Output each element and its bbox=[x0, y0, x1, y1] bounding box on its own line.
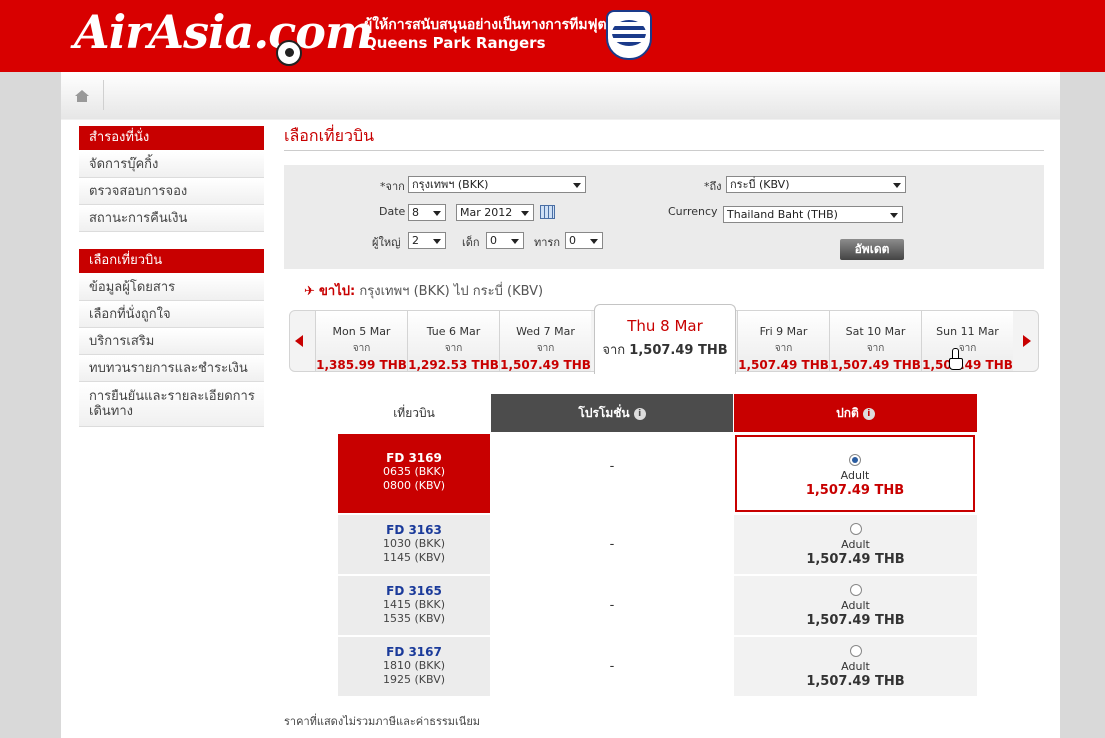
adults-label: ผู้ใหญ่ bbox=[372, 236, 401, 249]
date-month-select[interactable]: Mar 2012 bbox=[456, 204, 534, 221]
table-row: FD 3169 0635 (BKK) 0800 (KBV) - Adult 1,… bbox=[338, 434, 978, 514]
infants-select[interactable]: 0 bbox=[565, 232, 603, 249]
from-select[interactable]: กรุงเทพฯ (BKK) bbox=[408, 176, 586, 193]
sponsor-text-thai: ผู้ให้การสนับสนุนอย่างเป็นทางการทีมฟุตบอ… bbox=[364, 17, 633, 33]
regular-fare-cell[interactable]: Adult 1,507.49 THB bbox=[734, 515, 977, 574]
sidebar-header-booking[interactable]: สำรองที่นั่ง bbox=[79, 126, 264, 150]
fare-radio[interactable] bbox=[849, 523, 862, 535]
children-label: เด็ก bbox=[462, 236, 480, 249]
info-icon[interactable]: i bbox=[633, 407, 646, 420]
airasia-logo[interactable]: AirAsia.com bbox=[74, 0, 374, 72]
table-row: FD 3163 1030 (BKK) 1145 (KBV) - Adult 1,… bbox=[338, 515, 978, 575]
sidebar-item-manage-booking[interactable]: จัดการบุ๊คกิ้ง bbox=[79, 152, 264, 178]
date-tab-wed-7[interactable]: Wed 7 Mar จาก 1,507.49 THB bbox=[499, 311, 591, 372]
top-banner: AirAsia.com ผู้ให้การสนับสนุนอย่างเป็นทา… bbox=[0, 0, 1105, 72]
chevron-down-icon bbox=[433, 239, 441, 244]
from-label: *จาก bbox=[380, 180, 405, 193]
fare-radio[interactable] bbox=[849, 645, 862, 657]
regular-fare-cell[interactable]: Adult 1,507.49 THB bbox=[734, 637, 977, 696]
currency-label: Currency bbox=[668, 205, 718, 218]
currency-select[interactable]: Thailand Baht (THB) bbox=[723, 206, 903, 223]
sidebar-item-confirmation[interactable]: การยืนยันและรายละเอียดการเดินทาง bbox=[79, 383, 264, 427]
date-tab-sat-10[interactable]: Sat 10 Mar จาก 1,507.49 THB bbox=[829, 311, 921, 372]
info-icon[interactable]: i bbox=[862, 407, 875, 420]
chevron-down-icon bbox=[890, 213, 898, 218]
home-icon[interactable] bbox=[75, 90, 89, 102]
calendar-icon[interactable] bbox=[540, 205, 555, 219]
fare-radio[interactable] bbox=[849, 584, 862, 596]
chevron-down-icon bbox=[433, 211, 441, 216]
flight-info: FD 3167 1810 (BKK) 1925 (KBV) bbox=[338, 637, 490, 696]
page-title: เลือกเที่ยวบิน bbox=[284, 126, 375, 145]
chevron-down-icon bbox=[511, 239, 519, 244]
header-regular: ปกติ i bbox=[734, 394, 977, 432]
children-select[interactable]: 0 bbox=[486, 232, 524, 249]
promo-fare-cell: - bbox=[491, 515, 733, 574]
infants-label: ทารก bbox=[534, 236, 560, 249]
price-note: ราคาที่แสดงไม่รวมภาษีและค่าธรรมเนียม bbox=[284, 715, 481, 728]
date-tab-tue-6[interactable]: Tue 6 Mar จาก 1,292.53 THB bbox=[407, 311, 499, 372]
divider bbox=[284, 150, 1044, 151]
flight-info: FD 3165 1415 (BKK) 1535 (KBV) bbox=[338, 576, 490, 635]
sidebar-item-seat-selection[interactable]: เลือกที่นั่งถูกใจ bbox=[79, 302, 264, 328]
date-tab-sun-11[interactable]: Sun 11 Mar จาก 1,507.49 THB bbox=[921, 311, 1013, 372]
date-label: Date bbox=[379, 205, 406, 218]
route-heading: ✈ ขาไป: กรุงเทพฯ (BKK) ไป กระบี่ (KBV) bbox=[304, 284, 544, 299]
next-arrow-icon[interactable] bbox=[1023, 335, 1031, 347]
search-panel: *จาก กรุงเทพฯ (BKK) *ถึง กระบี่ (KBV) Da… bbox=[284, 165, 1044, 269]
qpr-crest-icon bbox=[606, 10, 652, 60]
promo-fare-cell: - bbox=[491, 576, 733, 635]
regular-fare-cell[interactable]: Adult 1,507.49 THB bbox=[735, 435, 975, 512]
date-carousel: Mon 5 Mar จาก 1,385.99 THB Tue 6 Mar จาก… bbox=[289, 304, 1039, 374]
header-promo: โปรโมชั่น i bbox=[491, 394, 733, 432]
breadcrumb-bar bbox=[61, 72, 1060, 120]
regular-fare-cell[interactable]: Adult 1,507.49 THB bbox=[734, 576, 977, 635]
date-tab-thu-8-selected[interactable]: Thu 8 Mar จาก 1,507.49 THB bbox=[594, 304, 736, 374]
sponsor-text-team: Queens Park Rangers bbox=[364, 34, 546, 52]
prev-arrow-icon[interactable] bbox=[295, 335, 303, 347]
divider bbox=[103, 80, 104, 110]
sidebar-item-passenger-info[interactable]: ข้อมูลผู้โดยสาร bbox=[79, 275, 264, 301]
adults-select[interactable]: 2 bbox=[408, 232, 446, 249]
chevron-down-icon bbox=[590, 239, 598, 244]
header-flight: เที่ยวบิน bbox=[338, 394, 490, 432]
date-tab-mon-5[interactable]: Mon 5 Mar จาก 1,385.99 THB bbox=[315, 311, 407, 372]
sidebar-item-review-payment[interactable]: ทบทวนรายการและชำระเงิน bbox=[79, 356, 264, 382]
table-row: FD 3167 1810 (BKK) 1925 (KBV) - Adult 1,… bbox=[338, 637, 978, 697]
sidebar-item-refund-status[interactable]: สถานะการคืนเงิน bbox=[79, 206, 264, 232]
promo-fare-cell: - bbox=[491, 637, 733, 696]
airplane-icon: ✈ bbox=[304, 284, 315, 299]
sidebar-item-add-ons[interactable]: บริการเสริม bbox=[79, 329, 264, 355]
promo-fare-cell: - bbox=[491, 434, 733, 513]
to-select[interactable]: กระบี่ (KBV) bbox=[726, 176, 906, 193]
sidebar-header-select-flight[interactable]: เลือกเที่ยวบิน bbox=[79, 249, 264, 273]
fare-radio[interactable] bbox=[849, 454, 861, 466]
chevron-down-icon bbox=[573, 183, 581, 188]
table-row: FD 3165 1415 (BKK) 1535 (KBV) - Adult 1,… bbox=[338, 576, 978, 636]
to-label: *ถึง bbox=[704, 180, 722, 193]
flight-info: FD 3163 1030 (BKK) 1145 (KBV) bbox=[338, 515, 490, 574]
flight-info: FD 3169 0635 (BKK) 0800 (KBV) bbox=[338, 434, 490, 513]
date-day-select[interactable]: 8 bbox=[408, 204, 446, 221]
sidebar-item-check-booking[interactable]: ตรวจสอบการจอง bbox=[79, 179, 264, 205]
page-container: สำรองที่นั่ง จัดการบุ๊คกิ้ง ตรวจสอบการจอ… bbox=[61, 72, 1060, 738]
date-tab-fri-9[interactable]: Fri 9 Mar จาก 1,507.49 THB bbox=[737, 311, 829, 372]
football-icon bbox=[276, 40, 302, 66]
update-button[interactable]: อัพเดต bbox=[840, 239, 904, 260]
chevron-down-icon bbox=[521, 211, 529, 216]
chevron-down-icon bbox=[893, 183, 901, 188]
hand-cursor-icon bbox=[949, 348, 963, 370]
